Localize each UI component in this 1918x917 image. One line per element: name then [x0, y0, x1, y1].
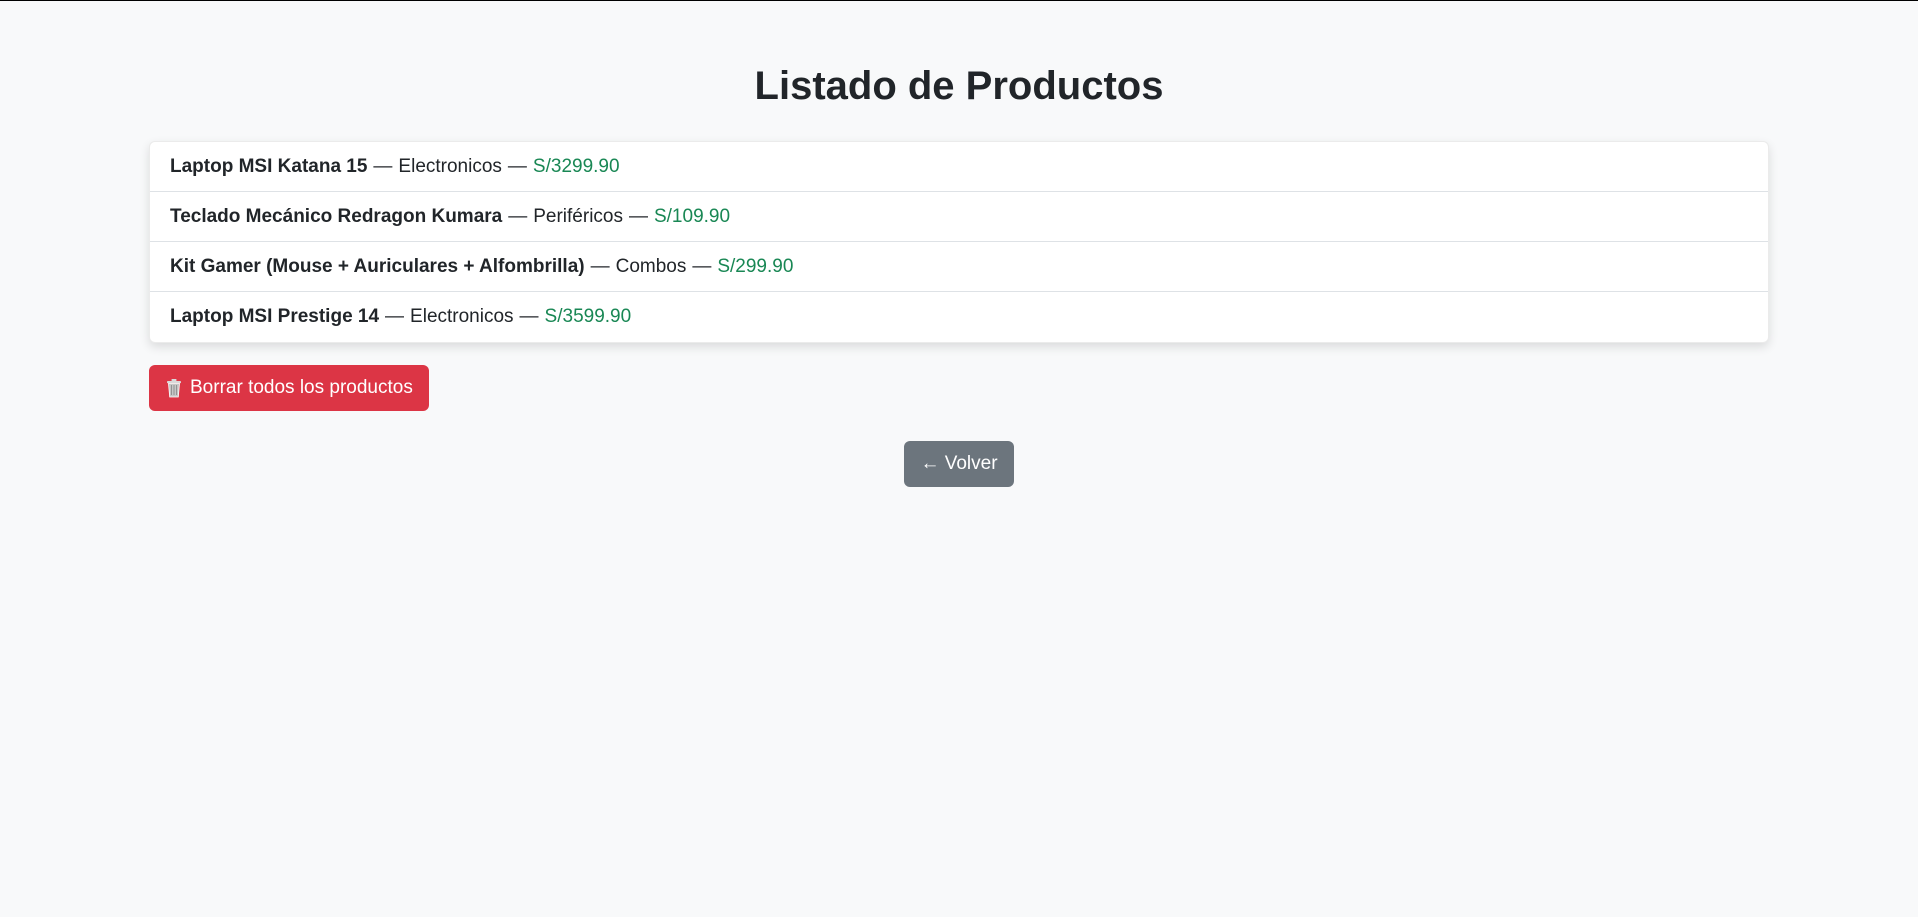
- separator: —: [628, 205, 648, 227]
- trash-icon: [165, 378, 183, 398]
- delete-all-label: Borrar todos los productos: [190, 377, 413, 398]
- product-category: Electronicos: [410, 306, 514, 327]
- separator: —: [373, 155, 393, 177]
- product-price: S/3299.90: [532, 155, 620, 177]
- delete-all-button[interactable]: Borrar todos los productos: [149, 365, 429, 411]
- product-item: Teclado Mecánico Redragon Kumara — Perif…: [150, 192, 1768, 242]
- back-wrapper: ← Volver: [149, 441, 1769, 487]
- product-item: Kit Gamer (Mouse + Auriculares + Alfombr…: [150, 242, 1768, 292]
- product-category: Periféricos: [533, 205, 623, 227]
- product-price: S/3599.90: [544, 306, 632, 327]
- separator: —: [385, 306, 405, 327]
- product-price: S/109.90: [653, 205, 731, 227]
- separator: —: [507, 155, 527, 177]
- product-category: Combos: [615, 255, 687, 277]
- back-button[interactable]: ← Volver: [904, 441, 1014, 487]
- product-item: Laptop MSI Katana 15 — Electronicos — S/…: [150, 142, 1768, 192]
- product-item: Laptop MSI Prestige 14 — Electronicos — …: [150, 292, 1768, 342]
- product-price: S/299.90: [717, 255, 794, 277]
- page-title: Listado de Productos: [754, 64, 1164, 108]
- separator: —: [508, 205, 528, 227]
- product-name: Kit Gamer (Mouse + Auriculares + Alfombr…: [170, 255, 585, 277]
- product-name: Teclado Mecánico Redragon Kumara: [170, 205, 503, 227]
- product-list: Laptop MSI Katana 15 — Electronicos — S/…: [149, 141, 1769, 343]
- separator: —: [519, 306, 539, 327]
- product-name: Laptop MSI Katana 15: [170, 155, 368, 177]
- main-container: Listado de Productos Laptop MSI Katana 1…: [149, 1, 1769, 487]
- product-category: Electronicos: [398, 155, 502, 177]
- separator: —: [692, 255, 712, 277]
- product-name: Laptop MSI Prestige 14: [170, 306, 380, 327]
- separator: —: [590, 255, 610, 277]
